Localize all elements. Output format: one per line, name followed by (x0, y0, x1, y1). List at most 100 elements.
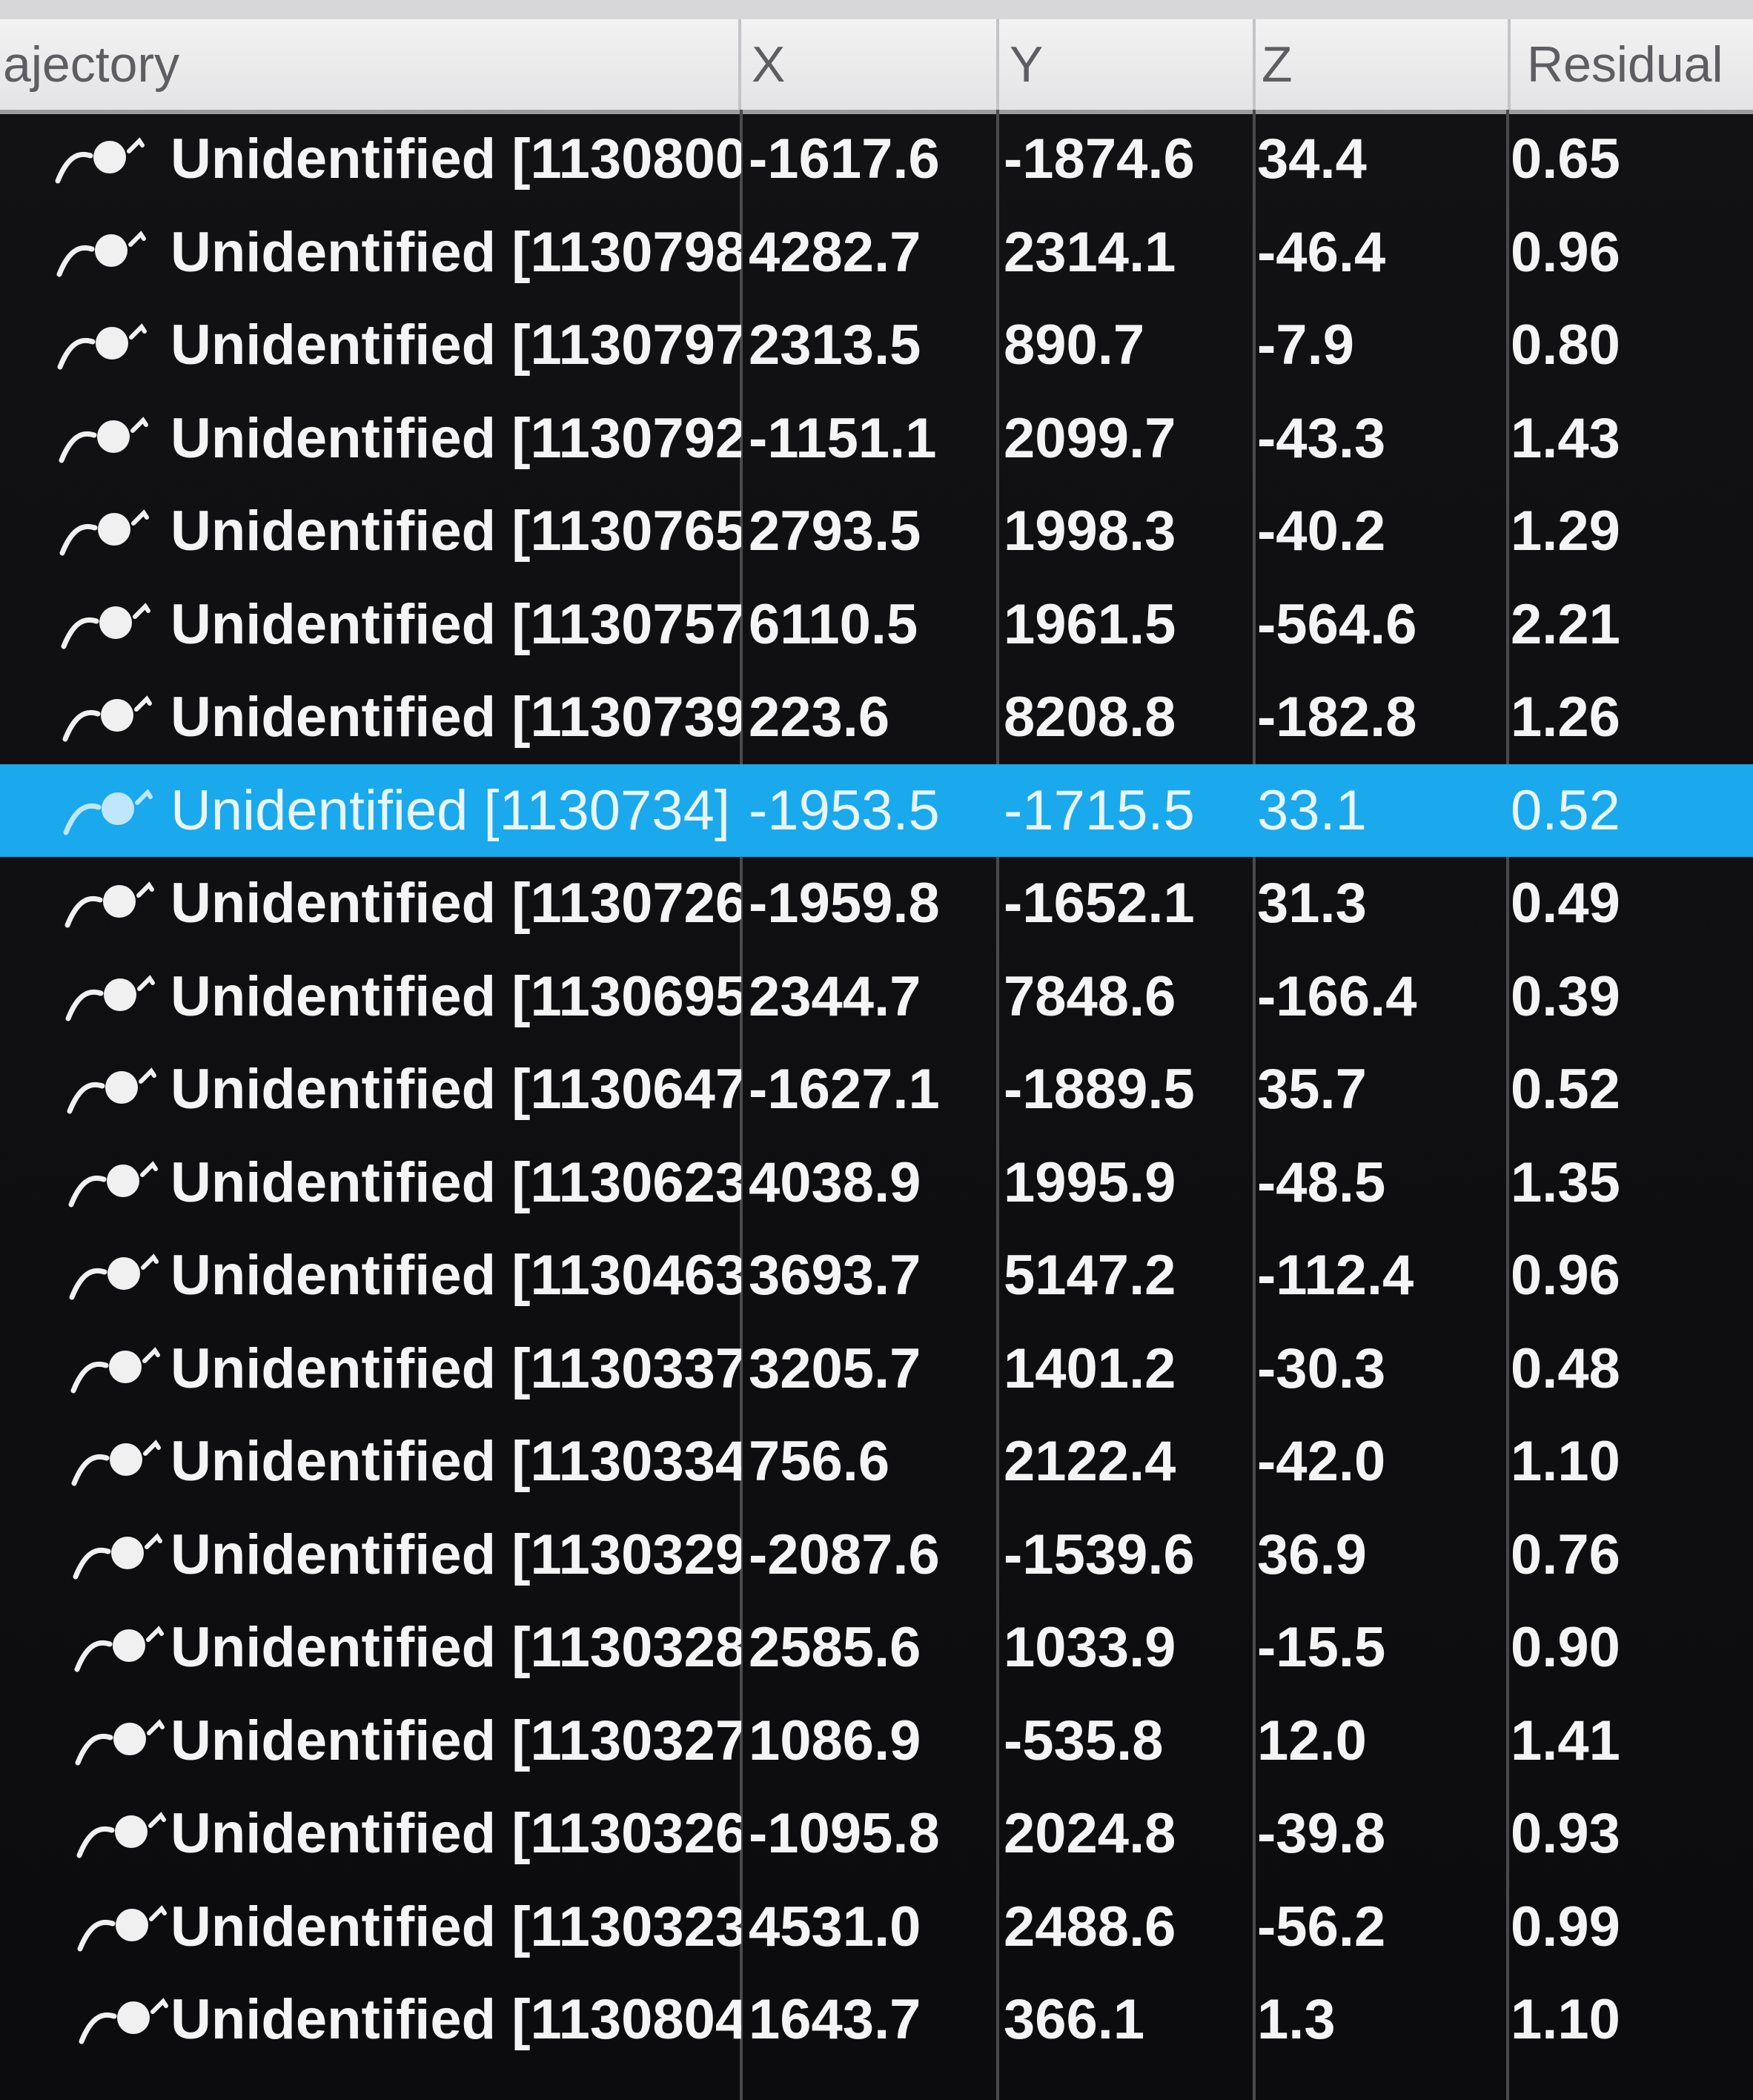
trajectory-name: Unidentified [1130337] (170, 1336, 741, 1400)
trajectory-name: Unidentified [1130334] (170, 1430, 741, 1493)
residual-value: 0.93 (1511, 1802, 1620, 1865)
residual-value: 0.52 (1511, 1058, 1620, 1121)
residual-value: 0.49 (1511, 872, 1620, 935)
trajectory-name: Unidentified [1130726] (170, 872, 741, 935)
y-value: 1401.2 (1004, 1336, 1176, 1400)
y-value: 5147.2 (1004, 1244, 1176, 1307)
column-header-trajectory[interactable]: ajectory (3, 19, 737, 110)
table-row[interactable]: Unidentified [1130792] -1151.1 2099.7 -4… (0, 392, 1753, 486)
trajectory-name: Unidentified [1130792] (170, 406, 741, 470)
trajectory-name: Unidentified [1130647] (170, 1058, 741, 1121)
y-value: 7848.6 (1004, 964, 1176, 1028)
table-row-selected[interactable]: Unidentified [1130734] -1953.5 -1715.5 3… (0, 764, 1753, 857)
y-value: 2024.8 (1004, 1802, 1176, 1865)
table-row[interactable]: Unidentified [1130765] 2793.5 1998.3 -40… (0, 485, 1753, 578)
y-value: -535.8 (1004, 1709, 1164, 1772)
x-value: -1959.8 (749, 872, 940, 935)
trajectory-table: ajectory X Y Z Residual Unidentified [11… (0, 0, 1753, 2100)
x-value: 223.6 (749, 686, 890, 749)
trajectory-name: Unidentified [1130804] (170, 1988, 741, 2051)
residual-value: 0.48 (1511, 1336, 1620, 1400)
residual-value: 0.65 (1511, 127, 1620, 191)
trajectory-marker-icon (68, 1160, 158, 1207)
table-row[interactable]: Unidentified [1130757] 6110.5 1961.5 -56… (0, 578, 1753, 672)
residual-value: 0.96 (1511, 1244, 1620, 1307)
column-divider[interactable] (996, 19, 999, 110)
column-divider[interactable] (1508, 19, 1511, 110)
table-row[interactable]: Unidentified [1130623] 4038.9 1995.9 -48… (0, 1136, 1753, 1230)
y-value: -1539.6 (1004, 1523, 1195, 1586)
table-row[interactable]: Unidentified [1130797] 2313.5 890.7 -7.9… (0, 299, 1753, 392)
z-value: 31.3 (1257, 872, 1367, 935)
trajectory-name: Unidentified [1130734] (170, 778, 730, 842)
trajectory-marker-icon (61, 602, 150, 649)
table-row[interactable]: Unidentified [1130323] 4531.0 2488.6 -56… (0, 1881, 1753, 1974)
trajectory-name: Unidentified [1130326] (170, 1802, 741, 1865)
y-value: 1998.3 (1004, 500, 1176, 563)
x-value: 3205.7 (749, 1336, 921, 1400)
z-value: -46.4 (1257, 220, 1386, 284)
table-row[interactable]: Unidentified [1130334] 756.6 2122.4 -42.… (0, 1415, 1753, 1508)
trajectory-marker-icon (75, 1718, 165, 1765)
residual-value: 0.39 (1511, 964, 1620, 1028)
x-value: 4282.7 (749, 220, 921, 284)
trajectory-name: Unidentified [1130739] (170, 686, 741, 749)
trajectory-name: Unidentified [1130329] (170, 1523, 741, 1586)
table-row[interactable]: Unidentified [1130647] -1627.1 -1889.5 3… (0, 1043, 1753, 1136)
trajectory-marker-icon (73, 1532, 162, 1579)
table-row[interactable]: Unidentified [1130463] 3693.7 5147.2 -11… (0, 1229, 1753, 1322)
table-row[interactable]: Unidentified [1130327] 1086.9 -535.8 12.… (0, 1695, 1753, 1788)
y-value: 2488.6 (1004, 1895, 1176, 1958)
table-row[interactable]: Unidentified [1130726] -1959.8 -1652.1 3… (0, 857, 1753, 950)
trajectory-name: Unidentified [1130463] (170, 1244, 741, 1307)
y-value: 890.7 (1004, 314, 1145, 377)
trajectory-marker-icon (69, 1253, 159, 1300)
column-header-z[interactable]: Z (1262, 19, 1506, 110)
trajectory-marker-icon (74, 1626, 164, 1672)
residual-value: 0.80 (1511, 314, 1620, 377)
z-value: -42.0 (1257, 1430, 1386, 1493)
y-value: -1715.5 (1004, 778, 1195, 842)
trajectory-marker-icon (59, 416, 148, 463)
trajectory-marker-icon (71, 1440, 161, 1486)
column-header-y[interactable]: Y (1010, 19, 1254, 110)
residual-value: 1.43 (1511, 406, 1620, 470)
x-value: 2313.5 (749, 314, 921, 377)
table-row[interactable]: Unidentified [1130739] 223.6 8208.8 -182… (0, 671, 1753, 764)
z-value: -56.2 (1257, 1895, 1386, 1958)
z-value: -166.4 (1257, 964, 1417, 1028)
x-value: 1086.9 (749, 1709, 921, 1772)
table-row[interactable]: Unidentified [1130695] 2344.7 7848.6 -16… (0, 950, 1753, 1044)
residual-value: 1.41 (1511, 1709, 1620, 1772)
residual-value: 0.99 (1511, 1895, 1620, 1958)
column-divider[interactable] (738, 19, 741, 110)
z-value: -43.3 (1257, 406, 1386, 470)
y-value: 366.1 (1004, 1988, 1145, 2051)
column-header-x[interactable]: X (752, 19, 996, 110)
y-value: 2122.4 (1004, 1430, 1176, 1493)
x-value: 756.6 (749, 1430, 890, 1493)
z-value: -182.8 (1257, 686, 1417, 749)
table-row[interactable]: Unidentified [1130328] 2585.6 1033.9 -15… (0, 1601, 1753, 1695)
table-row[interactable]: Unidentified [1130804] 1643.7 366.1 1.3 … (0, 1973, 1753, 2067)
trajectory-name: Unidentified [1130323] (170, 1895, 741, 1958)
table-row[interactable]: Unidentified [1130798] 4282.7 2314.1 -46… (0, 206, 1753, 299)
column-header-residual[interactable]: Residual (1527, 19, 1749, 110)
trajectory-name: Unidentified [1130797] (170, 314, 741, 377)
trajectory-name: Unidentified [1130695] (170, 964, 741, 1028)
x-value: 2793.5 (749, 500, 921, 563)
table-row[interactable]: Unidentified [1130800] -1617.6 -1874.6 3… (0, 113, 1753, 206)
residual-value: 0.76 (1511, 1523, 1620, 1586)
z-value: -30.3 (1257, 1336, 1386, 1400)
table-row[interactable]: Unidentified [1130326] -1095.8 2024.8 -3… (0, 1787, 1753, 1881)
table-row[interactable]: Unidentified [1130337] 3205.7 1401.2 -30… (0, 1322, 1753, 1416)
z-value: 12.0 (1257, 1709, 1367, 1772)
column-divider[interactable] (1253, 19, 1256, 110)
z-value: 33.1 (1257, 778, 1367, 842)
table-row[interactable]: Unidentified [1130329] -2087.6 -1539.6 3… (0, 1508, 1753, 1602)
z-value: -564.6 (1257, 592, 1417, 656)
trajectory-name: Unidentified [1130798] (170, 220, 741, 284)
trajectory-marker-icon (57, 323, 147, 370)
y-value: 2314.1 (1004, 220, 1176, 284)
trajectory-marker-icon (55, 137, 145, 184)
